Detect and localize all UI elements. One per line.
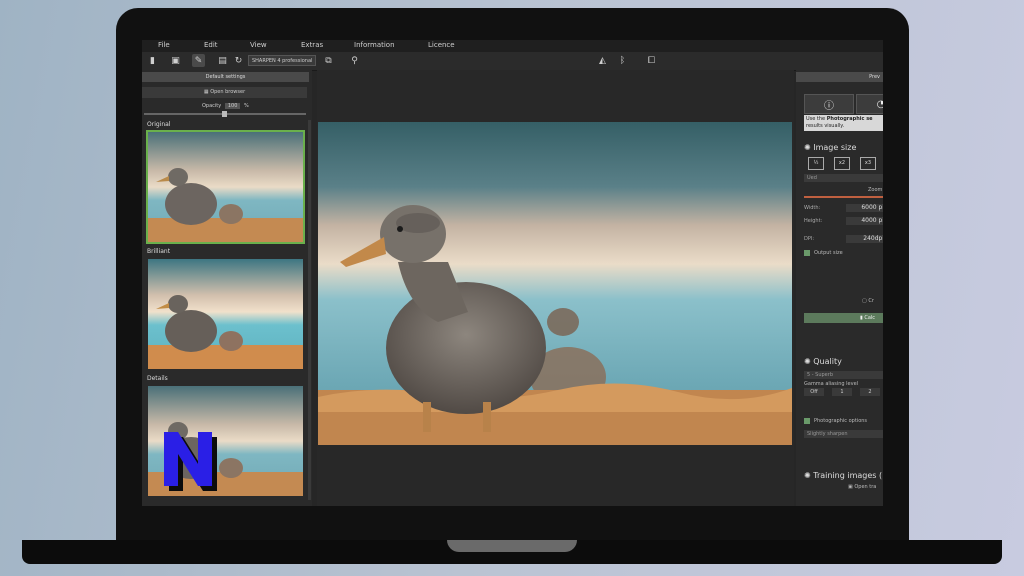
duck-thumbnail xyxy=(148,259,303,369)
gamma-1-button[interactable]: 1 xyxy=(832,388,852,396)
height-label: Height: xyxy=(804,218,823,224)
menu-information[interactable]: Information xyxy=(354,41,395,49)
n-logo-icon xyxy=(164,432,217,491)
tools-icon[interactable]: ✎ xyxy=(192,54,205,67)
bluetooth-icon[interactable]: ᛒ xyxy=(616,54,629,67)
gamma-2-button[interactable]: 2 xyxy=(860,388,880,396)
width-input[interactable]: 6000 pi xyxy=(846,204,883,212)
height-input[interactable]: 4000 pi xyxy=(846,217,883,225)
presets-scrollbar[interactable] xyxy=(308,120,311,500)
hint-rest: results visually. xyxy=(806,123,845,129)
zoom-label: Zoom xyxy=(868,187,883,193)
dpi-input[interactable]: 240dpi xyxy=(846,235,883,243)
unit-select[interactable]: Ued xyxy=(804,174,883,182)
new-file-icon[interactable]: ▮ xyxy=(146,54,159,67)
opacity-slider-handle[interactable] xyxy=(222,111,227,117)
stopwatch-icon: ◔ xyxy=(876,98,883,110)
document-icon[interactable]: ▤ xyxy=(216,54,229,67)
settings-panel: Prev ⓘ ◔ Use the Photographic se results… xyxy=(796,70,883,506)
image-size-title: ✺ Image size xyxy=(804,143,856,152)
hint-text: Use the Photographic se results visually… xyxy=(804,115,883,131)
scale-half-button[interactable]: ½ xyxy=(808,157,824,170)
main-preview-image[interactable] xyxy=(318,122,792,445)
quality-select[interactable]: 5 - Superb xyxy=(804,371,883,379)
open-training-button[interactable]: ▣ Open tra xyxy=(848,484,876,490)
scale-x3-button[interactable]: x3 xyxy=(860,157,876,170)
preset-thumb-brilliant[interactable] xyxy=(148,259,303,369)
crop-button[interactable]: ▢ Cr xyxy=(862,298,874,304)
training-images-label: Training images ( xyxy=(813,471,883,480)
open-browser-label: Open browser xyxy=(210,89,246,95)
info-icon: ⓘ xyxy=(824,100,834,112)
laptop-notch xyxy=(447,540,577,552)
menu-extras[interactable]: Extras xyxy=(301,41,323,49)
hint-bold: Photographic se xyxy=(826,116,873,122)
open-training-label: Open tra xyxy=(854,484,877,490)
training-images-title: ✺ Training images ( xyxy=(804,471,882,480)
quality-title: ✺ Quality xyxy=(804,357,842,366)
flip-icon[interactable]: ◭ xyxy=(596,54,609,67)
open-browser-button[interactable]: ▦ Open browser xyxy=(142,87,307,98)
gamma-label: Gamma aliasing level xyxy=(804,381,859,387)
opacity-row: Opacity 100 % xyxy=(202,103,249,109)
image-size-label: Image size xyxy=(813,143,857,152)
photographic-options-select[interactable]: Slightly sharpen xyxy=(804,430,883,438)
quality-icon: ✺ xyxy=(804,357,814,366)
gamma-off-button[interactable]: Off xyxy=(804,388,824,396)
opacity-label: Opacity xyxy=(202,103,222,109)
calculate-button[interactable]: ▮ Calc xyxy=(804,313,883,323)
preset-label-original: Original xyxy=(147,121,171,128)
photographic-options-checkbox[interactable] xyxy=(804,418,810,424)
channel-logo xyxy=(160,430,220,492)
calculate-label: Calc xyxy=(864,315,876,321)
output-size-checkbox[interactable] xyxy=(804,250,810,256)
save-icon[interactable]: ▣ xyxy=(169,54,182,67)
opacity-unit: % xyxy=(243,103,249,109)
panel-header: Default settings xyxy=(142,72,309,82)
stamp-icon[interactable]: ⚲ xyxy=(348,54,361,67)
width-label: Width: xyxy=(804,205,821,211)
compare-icon[interactable]: ⧉ xyxy=(322,54,335,67)
preset-label-brilliant: Brilliant xyxy=(147,248,171,255)
timer-mode-button[interactable]: ◔ xyxy=(856,94,883,114)
zoom-slider[interactable] xyxy=(804,196,883,198)
refresh-icon[interactable]: ↻ xyxy=(232,54,245,67)
hint-prefix: Use the xyxy=(806,116,827,122)
duck-photo xyxy=(318,122,792,445)
app-window: File Edit View Extras Information Licenc… xyxy=(142,40,883,506)
menu-file[interactable]: File xyxy=(158,41,170,49)
duck-thumbnail xyxy=(148,132,303,242)
preview-header: Prev xyxy=(796,72,883,82)
quality-label: Quality xyxy=(813,357,842,366)
toolbar: ▮ ▣ ✎ ▤ ↻ SHARPEN 4 professional ⧉ ⚲ ◭ ᛒ… xyxy=(142,52,883,71)
menu-licence[interactable]: Licence xyxy=(428,41,455,49)
sun-icon: ✺ xyxy=(804,143,814,152)
dpi-label: DPI: xyxy=(804,236,815,242)
profile-select[interactable]: SHARPEN 4 professional xyxy=(248,55,316,66)
menu-bar: File Edit View Extras Information Licenc… xyxy=(142,40,883,52)
menu-view[interactable]: View xyxy=(250,41,267,49)
preset-label-details: Details xyxy=(147,375,168,382)
crop-button-label: Cr xyxy=(868,298,874,304)
preset-thumb-original[interactable] xyxy=(146,130,305,244)
photographic-options-label: Photographic options xyxy=(814,418,868,424)
scale-x2-button[interactable]: x2 xyxy=(834,157,850,170)
output-size-label: Output size xyxy=(814,250,843,256)
info-mode-button[interactable]: ⓘ xyxy=(804,94,854,114)
training-icon: ✺ xyxy=(804,471,814,480)
menu-edit[interactable]: Edit xyxy=(204,41,218,49)
opacity-input[interactable]: 100 xyxy=(224,103,241,109)
crop-icon[interactable]: ⧠ xyxy=(645,54,658,67)
